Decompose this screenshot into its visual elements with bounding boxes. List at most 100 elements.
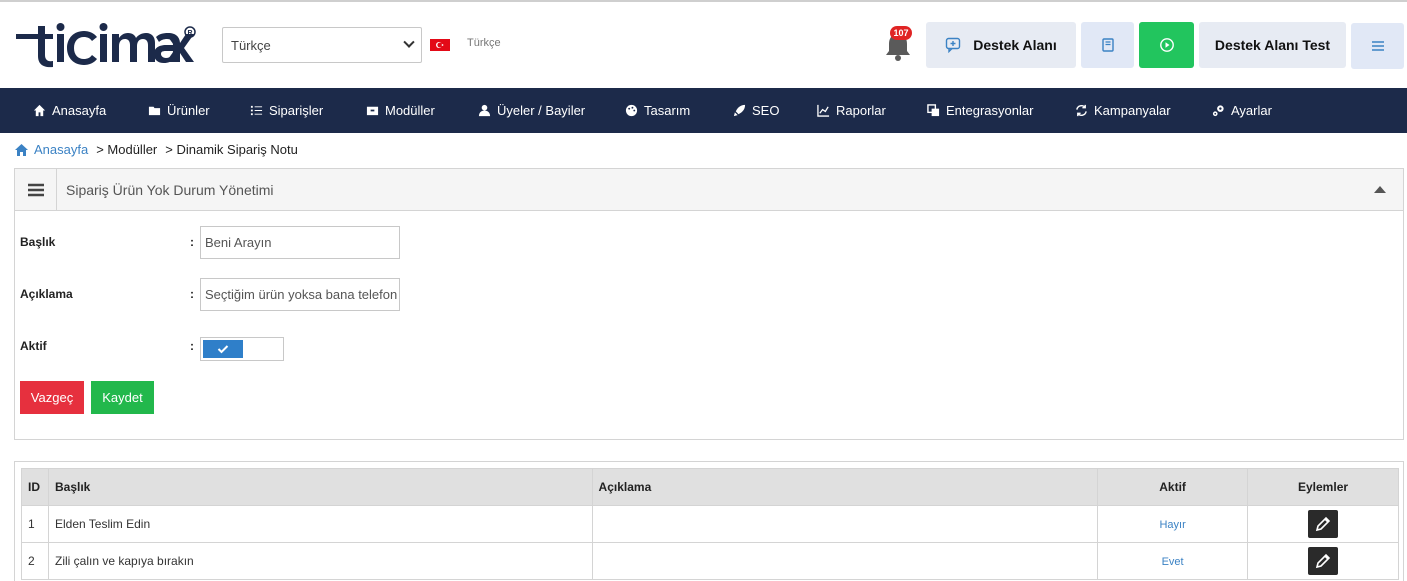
main-navbar: Anasayfa Ürünler Siparişler Modüller Üye… bbox=[0, 88, 1407, 133]
refresh-icon bbox=[1076, 104, 1087, 117]
colon: : bbox=[190, 339, 194, 353]
collapse-caret-icon[interactable] bbox=[1374, 186, 1386, 193]
palette-icon bbox=[625, 104, 638, 117]
nav-label: Kampanyalar bbox=[1094, 103, 1171, 118]
nav-item-moduller[interactable]: Modüller bbox=[366, 88, 435, 133]
row-id: 2 bbox=[21, 542, 49, 580]
ticimax-logo[interactable]: R bbox=[14, 20, 196, 70]
check-icon bbox=[217, 345, 229, 354]
nav-item-entegrasyonlar[interactable]: Entegrasyonlar bbox=[927, 88, 1033, 133]
row-active-link[interactable]: Evet bbox=[1162, 556, 1184, 568]
nav-item-uyeler[interactable]: Üyeler / Bayiler bbox=[478, 88, 585, 133]
play-button[interactable] bbox=[1139, 22, 1194, 68]
box-icon bbox=[366, 106, 379, 116]
row-actions bbox=[1247, 542, 1399, 580]
support-button-label: Destek Alanı bbox=[973, 37, 1057, 53]
home-icon bbox=[15, 143, 28, 156]
home-icon bbox=[33, 104, 46, 117]
support-test-label: Destek Alanı Test bbox=[1214, 37, 1331, 53]
book-button[interactable] bbox=[1081, 22, 1134, 68]
rocket-icon bbox=[733, 104, 746, 117]
menu-button[interactable] bbox=[1351, 23, 1404, 69]
column-header-actions: Eylemler bbox=[1247, 468, 1399, 506]
support-button[interactable]: Destek Alanı bbox=[926, 22, 1076, 68]
nav-item-anasayfa[interactable]: Anasayfa bbox=[33, 88, 106, 133]
language-select[interactable]: Türkçe bbox=[222, 27, 422, 63]
status-table-panel: ID Başlık Açıklama Aktif Eylemler 1 Elde… bbox=[14, 461, 1404, 581]
breadcrumb-item-current: > Dinamik Sipariş Notu bbox=[165, 142, 298, 157]
nav-item-tasarim[interactable]: Tasarım bbox=[625, 88, 690, 133]
row-description bbox=[591, 542, 1099, 580]
nav-item-raporlar[interactable]: Raporlar bbox=[817, 88, 886, 133]
title-field-label: Başlık bbox=[20, 235, 56, 249]
language-label: Türkçe bbox=[467, 37, 501, 49]
edit-button[interactable] bbox=[1308, 510, 1339, 538]
notification-count-badge: 107 bbox=[890, 26, 912, 40]
copy-icon bbox=[927, 104, 940, 117]
description-input[interactable]: Seçtiğim ürün yoksa bana telefon bbox=[200, 278, 400, 311]
nav-label: Siparişler bbox=[269, 103, 324, 118]
edit-button[interactable] bbox=[1308, 547, 1339, 575]
row-title: Elden Teslim Edin bbox=[47, 505, 593, 543]
toggle-knob bbox=[203, 340, 243, 358]
turkey-flag-icon bbox=[430, 39, 450, 51]
gears-icon bbox=[1212, 105, 1224, 117]
play-circle-icon bbox=[1159, 38, 1174, 52]
panel-header[interactable]: Sipariş Ürün Yok Durum Yönetimi bbox=[15, 169, 1403, 211]
nav-label: Anasayfa bbox=[52, 103, 107, 118]
nav-item-seo[interactable]: SEO bbox=[733, 88, 779, 133]
list-icon bbox=[250, 105, 263, 116]
nav-item-kampanyalar[interactable]: Kampanyalar bbox=[1075, 88, 1171, 133]
colon: : bbox=[190, 235, 194, 249]
table-row: 1 Elden Teslim Edin Hayır bbox=[21, 505, 1399, 543]
table-row: 2 Zili çalın ve kapıya bırakın Evet bbox=[21, 542, 1399, 580]
row-description bbox=[591, 505, 1099, 543]
pencil-icon bbox=[1315, 516, 1331, 532]
row-active-cell: Evet bbox=[1097, 542, 1249, 580]
nav-label: Ürünler bbox=[167, 103, 210, 118]
panel-title: Sipariş Ürün Yok Durum Yönetimi bbox=[66, 182, 274, 198]
column-header-active[interactable]: Aktif bbox=[1097, 468, 1249, 506]
row-id: 1 bbox=[21, 505, 49, 543]
row-title: Zili çalın ve kapıya bırakın bbox=[47, 542, 593, 580]
cancel-button[interactable]: Vazgeç bbox=[20, 381, 84, 414]
chevron-down-icon bbox=[403, 36, 415, 48]
breadcrumb-home-label: Anasayfa bbox=[34, 142, 89, 157]
status-table: ID Başlık Açıklama Aktif Eylemler 1 Elde… bbox=[21, 468, 1399, 580]
folder-icon bbox=[148, 106, 161, 116]
nav-label: Raporlar bbox=[836, 103, 886, 118]
language-select-value: Türkçe bbox=[231, 37, 271, 53]
nav-item-urunler[interactable]: Ürünler bbox=[148, 88, 210, 133]
active-toggle[interactable] bbox=[200, 337, 284, 361]
nav-label: Tasarım bbox=[644, 103, 691, 118]
row-active-cell: Hayır bbox=[1097, 505, 1249, 543]
app-header: R Türkçe Türkçe 107 Destek Alanı Destek … bbox=[0, 2, 1407, 88]
nav-item-ayarlar[interactable]: Ayarlar bbox=[1212, 88, 1272, 133]
users-icon bbox=[478, 104, 491, 117]
breadcrumb-home[interactable]: Anasayfa bbox=[14, 142, 88, 157]
column-header-id[interactable]: ID bbox=[21, 468, 49, 506]
breadcrumb: Anasayfa > Modüller > Dinamik Sipariş No… bbox=[14, 142, 298, 157]
nav-item-siparisler[interactable]: Siparişler bbox=[250, 88, 323, 133]
nav-label: Entegrasyonlar bbox=[946, 103, 1034, 118]
save-button[interactable]: Kaydet bbox=[91, 381, 154, 414]
nav-label: Modüller bbox=[385, 103, 435, 118]
support-test-button[interactable]: Destek Alanı Test bbox=[1199, 22, 1346, 68]
chart-icon bbox=[817, 104, 830, 117]
description-field-label: Açıklama bbox=[20, 287, 73, 301]
row-active-link[interactable]: Hayır bbox=[1159, 519, 1185, 531]
nav-label: SEO bbox=[752, 103, 780, 118]
nav-label: Ayarlar bbox=[1231, 103, 1272, 118]
pencil-icon bbox=[1315, 553, 1331, 569]
colon: : bbox=[190, 287, 194, 301]
svg-text:R: R bbox=[188, 30, 193, 37]
hamburger-icon bbox=[1371, 41, 1384, 51]
column-header-description[interactable]: Açıklama bbox=[591, 468, 1099, 506]
column-header-title[interactable]: Başlık bbox=[47, 468, 593, 506]
title-input[interactable]: Beni Arayın bbox=[200, 226, 400, 259]
nav-label: Üyeler / Bayiler bbox=[497, 103, 586, 118]
panel-menu-icon[interactable] bbox=[15, 169, 57, 210]
active-field-label: Aktif bbox=[20, 339, 47, 353]
breadcrumb-item-moduller[interactable]: > Modüller bbox=[96, 142, 157, 157]
chat-plus-icon bbox=[946, 37, 961, 53]
